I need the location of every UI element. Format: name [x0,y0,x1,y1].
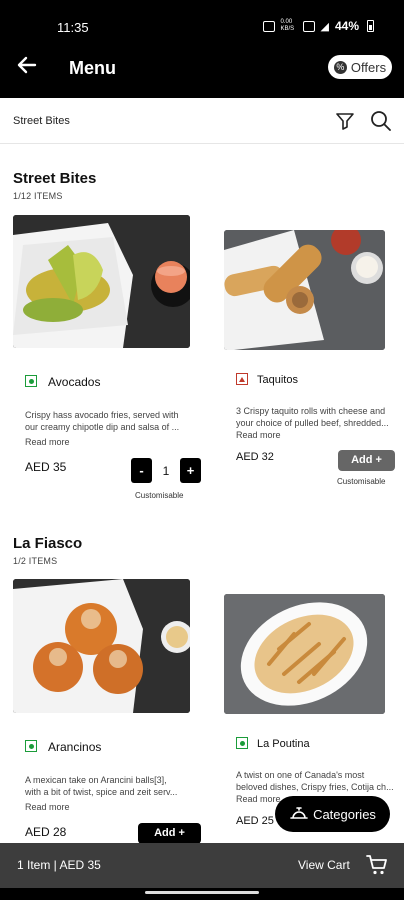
item-description-line: with a bit of twist, spice and zeit serv… [25,787,178,797]
item-description: Crispy hass avocado fries, served with o… [25,409,205,433]
read-more-link[interactable]: Read more [236,430,281,440]
item-description-line: A twist on one of Canada's most [236,770,365,780]
veg-indicator-icon [236,737,248,749]
item-name[interactable]: La Poutina [257,738,310,750]
item-price: AED 32 [236,451,274,463]
battery-percent: 44% [334,19,359,33]
category-bar: Street Bites [0,98,404,144]
home-handle[interactable] [145,891,259,894]
cart-summary: 1 Item | AED 35 [17,858,101,872]
item-price: AED 28 [25,825,67,839]
read-more-link[interactable]: Read more [25,802,70,812]
page-title: Menu [69,58,116,78]
filter-icon[interactable] [334,110,356,132]
offers-label: Offers [350,59,387,75]
cart-icon[interactable] [365,853,389,877]
nonveg-indicator-icon [236,373,248,385]
signal-icon: ◢ [320,20,329,33]
item-description-line: Crispy hass avocado fries, served with [25,410,179,420]
item-description-line: our creamy chipotle dip and salsa of ... [25,422,180,432]
item-name[interactable]: Arancinos [48,740,101,754]
section-title: Street Bites [13,170,97,187]
read-more-link[interactable]: Read more [236,794,281,804]
battery-icon [367,20,374,32]
read-more-link[interactable]: Read more [25,437,70,447]
section-title: La Fiasco [13,535,83,552]
customisable-label: Customisable [337,477,386,486]
net-speed-text: 0.00 KB/S [280,19,295,32]
item-description-line: beloved dishes, Crispy fries, Cotija ch.… [236,782,394,792]
sim-icon [302,20,315,32]
veg-indicator-icon [25,740,37,752]
item-image-la-poutina[interactable] [224,594,385,714]
search-icon[interactable] [369,109,393,133]
add-button[interactable]: Add + [338,450,395,471]
item-price: AED 25 [236,815,274,827]
status-time: 11:35 [57,20,89,35]
item-description: A twist on one of Canada's most beloved … [236,769,394,793]
categories-label: Categories [313,806,376,822]
status-icons: 0.00 KB/S ◢ 44% [262,19,374,33]
cart-bar[interactable]: 1 Item | AED 35 View Cart [0,843,404,888]
mute-icon [262,20,275,32]
item-name[interactable]: Avocados [48,375,100,389]
item-description: A mexican take on Arancini balls[3], wit… [25,774,205,798]
item-image-avocados[interactable] [13,215,190,348]
add-button[interactable]: Add + [138,823,201,844]
item-price: AED 35 [25,460,67,474]
view-cart-button[interactable]: View Cart [298,858,350,872]
customisable-label: Customisable [135,491,184,500]
quantity-stepper[interactable]: - 1 + [131,458,201,483]
increment-button[interactable]: + [180,458,201,483]
veg-indicator-icon [25,375,37,387]
breadcrumb[interactable]: Street Bites [13,115,70,127]
system-nav-bar [0,888,404,900]
item-description-line: A mexican take on Arancini balls[3], [25,775,167,785]
categories-button[interactable]: Categories [275,796,390,832]
section-item-count: 1/2 ITEMS [13,556,58,566]
item-description-line: your choice of pulled beef, shredded... [236,418,389,428]
item-name[interactable]: Taquitos [257,374,298,386]
offers-button[interactable]: % Offers [328,55,392,79]
section-item-count: 1/12 ITEMS [13,191,63,201]
status-bar: 11:35 0.00 KB/S ◢ 44% [0,0,404,40]
item-description-line: 3 Crispy taquito rolls with cheese and [236,406,386,416]
item-image-taquitos[interactable] [224,230,385,350]
app-header: Menu % Offers [0,40,404,98]
item-image-arancinos[interactable] [13,579,190,713]
quantity-value: 1 [162,463,170,478]
percent-icon: % [333,60,347,74]
back-arrow-icon[interactable] [14,54,40,80]
item-description: 3 Crispy taquito rolls with cheese and y… [236,405,394,429]
cloche-icon [289,804,309,825]
decrement-button[interactable]: - [131,458,152,483]
